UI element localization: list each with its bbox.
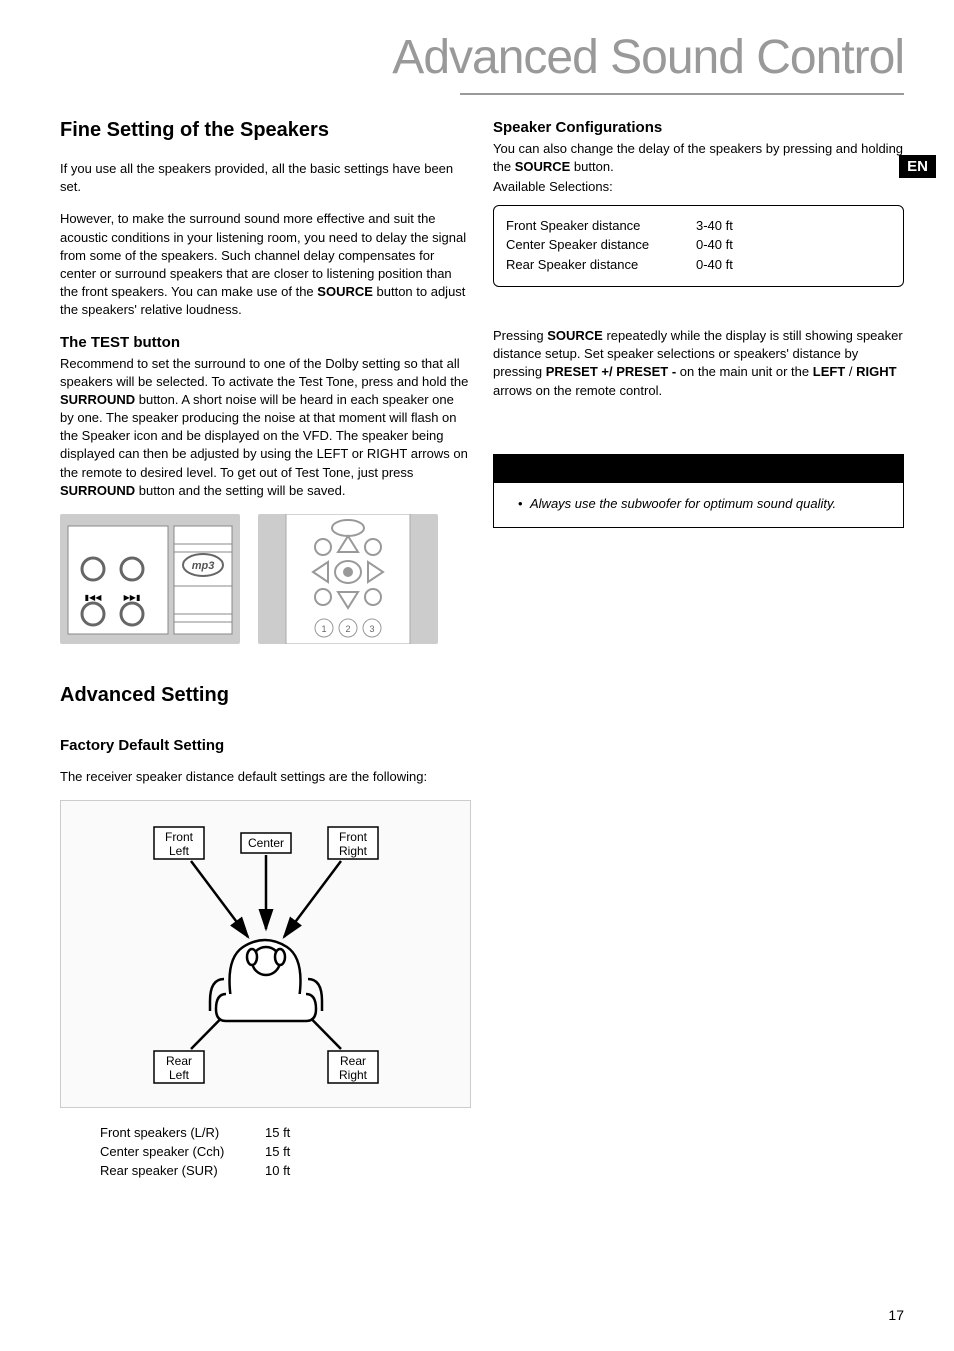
svg-text:Right: Right <box>338 844 367 858</box>
language-tab: EN <box>899 155 936 178</box>
paragraph-pressing-source: Pressing SOURCE repeatedly while the dis… <box>493 327 904 400</box>
available-selections-label: Available Selections: <box>493 178 904 196</box>
svg-text:Front: Front <box>338 830 367 844</box>
note-text: Always use the subwoofer for optimum sou… <box>530 496 836 511</box>
left-column: Fine Setting of the Speakers If you use … <box>60 119 471 1181</box>
heading-advanced-setting: Advanced Setting <box>60 684 471 707</box>
default-row: Front speakers (L/R) 15 ft <box>100 1124 471 1143</box>
default-value: 15 ft <box>265 1143 290 1162</box>
paragraph-fine-2: However, to make the surround sound more… <box>60 210 471 319</box>
default-value: 10 ft <box>265 1162 290 1181</box>
paragraph-factory: The receiver speaker distance default se… <box>60 768 471 786</box>
default-key: Rear speaker (SUR) <box>100 1162 265 1181</box>
right-button-label: RIGHT <box>856 364 896 379</box>
paragraph-fine-1: If you use all the speakers provided, al… <box>60 160 471 196</box>
text-run: / <box>845 364 856 379</box>
config-row: Center Speaker distance 0-40 ft <box>506 235 891 255</box>
svg-text:▶▶▮: ▶▶▮ <box>124 593 141 602</box>
preset-button-label: PRESET +/ PRESET - <box>546 364 676 379</box>
text-run: Recommend to set the surround to one of … <box>60 356 468 389</box>
default-row: Rear speaker (SUR) 10 ft <box>100 1162 471 1181</box>
source-button-label: SOURCE <box>317 284 373 299</box>
svg-text:Center: Center <box>247 836 283 850</box>
config-key: Center Speaker distance <box>506 235 696 255</box>
svg-text:3: 3 <box>369 624 374 634</box>
config-row: Rear Speaker distance 0-40 ft <box>506 255 891 275</box>
note-header-bar <box>494 455 903 483</box>
svg-text:Left: Left <box>168 844 189 858</box>
text-run: arrows on the remote control. <box>493 383 662 398</box>
default-distances-list: Front speakers (L/R) 15 ft Center speake… <box>100 1124 471 1181</box>
heading-fine-setting: Fine Setting of the Speakers <box>60 119 471 142</box>
svg-text:2: 2 <box>345 624 350 634</box>
paragraph-speaker-config: You can also change the delay of the spe… <box>493 140 904 176</box>
svg-text:Rear: Rear <box>165 1054 191 1068</box>
default-value: 15 ft <box>265 1124 290 1143</box>
text-run: on the main unit or the <box>676 364 813 379</box>
heading-speaker-configurations: Speaker Configurations <box>493 119 904 136</box>
svg-text:Front: Front <box>164 830 193 844</box>
config-key: Front Speaker distance <box>506 216 696 236</box>
heading-test-button: The TEST button <box>60 334 471 351</box>
config-value: 0-40 ft <box>696 255 891 275</box>
config-key: Rear Speaker distance <box>506 255 696 275</box>
text-run: button and the setting will be saved. <box>135 483 345 498</box>
device-illustration: ▮◀◀ ▶▶▮ mp3 <box>60 514 471 644</box>
paragraph-test: Recommend to set the surround to one of … <box>60 355 471 501</box>
title-divider <box>460 93 904 95</box>
svg-text:Rear: Rear <box>339 1054 365 1068</box>
default-key: Center speaker (Cch) <box>100 1143 265 1162</box>
svg-text:▮◀◀: ▮◀◀ <box>85 593 103 602</box>
svg-text:mp3: mp3 <box>192 560 215 572</box>
left-button-label: LEFT <box>813 364 846 379</box>
config-value: 0-40 ft <box>696 235 891 255</box>
svg-text:1: 1 <box>321 624 326 634</box>
svg-text:Left: Left <box>168 1068 189 1082</box>
config-value: 3-40 ft <box>696 216 891 236</box>
right-column: Speaker Configurations You can also chan… <box>493 119 904 1181</box>
default-key: Front speakers (L/R) <box>100 1124 265 1143</box>
svg-text:Right: Right <box>338 1068 367 1082</box>
page-number: 17 <box>888 1307 904 1323</box>
text-run: Pressing <box>493 328 547 343</box>
source-button-label: SOURCE <box>515 159 571 174</box>
bullet-icon: • <box>518 495 530 513</box>
surround-button-label: SURROUND <box>60 483 135 498</box>
default-row: Center speaker (Cch) 15 ft <box>100 1143 471 1162</box>
text-run: button. <box>570 159 613 174</box>
heading-factory-default: Factory Default Setting <box>60 737 471 754</box>
page-title: Advanced Sound Control <box>60 30 904 85</box>
source-button-label: SOURCE <box>547 328 603 343</box>
note-box: •Always use the subwoofer for optimum so… <box>493 454 904 528</box>
config-row: Front Speaker distance 3-40 ft <box>506 216 891 236</box>
note-body: •Always use the subwoofer for optimum so… <box>494 483 903 527</box>
unit-panel-illustration: ▮◀◀ ▶▶▮ mp3 <box>60 514 240 644</box>
surround-button-label: SURROUND <box>60 392 135 407</box>
speaker-config-box: Front Speaker distance 3-40 ft Center Sp… <box>493 205 904 288</box>
speaker-layout-diagram: Front Left Center Front Right Rear Left … <box>60 800 471 1108</box>
remote-illustration: 1 2 3 <box>258 514 438 644</box>
